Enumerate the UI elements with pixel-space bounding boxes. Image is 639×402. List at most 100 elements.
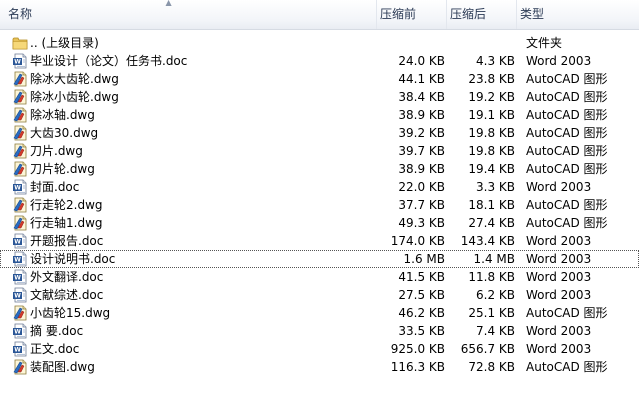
word-doc-icon: W (12, 53, 28, 69)
file-row[interactable]: W 文献综述.doc 27.5 KB 6.2 KB Word 2003 (0, 286, 639, 304)
word-doc-icon: W (12, 269, 28, 285)
file-name: 外文翻译.doc (30, 270, 104, 284)
file-compressed: 41.5 KB (398, 270, 445, 284)
file-row[interactable]: 除冰小齿轮.dwg 38.4 KB 19.2 KB AutoCAD 图形 (0, 88, 639, 106)
file-type: AutoCAD 图形 (526, 72, 608, 86)
autocad-dwg-icon (12, 89, 28, 105)
file-list: .. (上级目录) 文件夹 W 毕业设计（论文）任务书.doc 24.0 KB 4.3 K… (0, 34, 639, 376)
file-row[interactable]: 除冰大齿轮.dwg 44.1 KB 23.8 KB AutoCAD 图形 (0, 70, 639, 88)
file-name: 除冰小齿轮.dwg (30, 90, 119, 104)
svg-text:W: W (14, 293, 21, 300)
file-compressed: 39.7 KB (398, 144, 445, 158)
svg-text:W: W (14, 239, 21, 246)
file-compressed: 1.6 MB (403, 252, 445, 266)
file-size: 25.1 KB (468, 306, 515, 320)
file-compressed: 925.0 KB (390, 342, 445, 356)
file-name: 开题报告.doc (30, 234, 104, 248)
file-compressed: 174.0 KB (390, 234, 445, 248)
svg-text:W: W (14, 59, 21, 66)
file-row[interactable]: 除冰轴.dwg 38.9 KB 19.1 KB AutoCAD 图形 (0, 106, 639, 124)
file-size: 656.7 KB (460, 342, 515, 356)
file-size: 7.4 KB (476, 324, 515, 338)
file-type: AutoCAD 图形 (526, 216, 608, 230)
file-row[interactable]: W 设计说明书.doc 1.6 MB 1.4 MB Word 2003 (0, 250, 639, 268)
file-compressed: 27.5 KB (398, 288, 445, 302)
file-type: Word 2003 (526, 270, 592, 284)
file-size: 27.4 KB (468, 216, 515, 230)
file-name: 小齿轮15.dwg (30, 306, 111, 320)
column-header-type[interactable]: 类型 (517, 0, 639, 29)
file-row[interactable]: 行走轴1.dwg 49.3 KB 27.4 KB AutoCAD 图形 (0, 214, 639, 232)
file-compressed: 33.5 KB (398, 324, 445, 338)
file-row[interactable]: 刀片.dwg 39.7 KB 19.8 KB AutoCAD 图形 (0, 142, 639, 160)
file-name: 摘 要.doc (30, 324, 84, 338)
file-compressed: 46.2 KB (398, 306, 445, 320)
file-name: 封面.doc (30, 180, 80, 194)
autocad-dwg-icon (12, 161, 28, 177)
autocad-dwg-icon (12, 125, 28, 141)
file-size: 11.8 KB (468, 270, 515, 284)
svg-text:W: W (14, 185, 21, 192)
sort-ascending-icon: ▲ (165, 0, 172, 7)
file-name: .. (上级目录) (30, 36, 99, 50)
file-type: AutoCAD 图形 (526, 162, 608, 176)
file-compressed: 39.2 KB (398, 126, 445, 140)
svg-text:W: W (14, 329, 21, 336)
file-type: Word 2003 (526, 54, 592, 68)
file-size: 72.8 KB (468, 360, 515, 374)
autocad-dwg-icon (12, 107, 28, 123)
autocad-dwg-icon (12, 305, 28, 321)
file-row[interactable]: W 开题报告.doc 174.0 KB 143.4 KB Word 2003 (0, 232, 639, 250)
word-doc-icon: W (12, 179, 28, 195)
file-name: 毕业设计（论文）任务书.doc (30, 54, 188, 68)
file-row[interactable]: 小齿轮15.dwg 46.2 KB 25.1 KB AutoCAD 图形 (0, 304, 639, 322)
file-row[interactable]: W 毕业设计（论文）任务书.doc 24.0 KB 4.3 KB Word 2003 (0, 52, 639, 70)
file-name: 装配图.dwg (30, 360, 95, 374)
file-size: 19.4 KB (468, 162, 515, 176)
file-name: 除冰轴.dwg (30, 108, 95, 122)
file-compressed: 37.7 KB (398, 198, 445, 212)
file-name: 文献综述.doc (30, 288, 104, 302)
autocad-dwg-icon (12, 71, 28, 87)
file-type: AutoCAD 图形 (526, 90, 608, 104)
word-doc-icon: W (12, 251, 28, 267)
file-row[interactable]: 刀片轮.dwg 38.9 KB 19.4 KB AutoCAD 图形 (0, 160, 639, 178)
file-row[interactable]: .. (上级目录) 文件夹 (0, 34, 639, 52)
file-size: 18.1 KB (468, 198, 515, 212)
column-header-compressed[interactable]: 压缩前 (377, 0, 447, 29)
file-type: Word 2003 (526, 288, 592, 302)
file-size: 4.3 KB (476, 54, 515, 68)
file-size: 143.4 KB (460, 234, 515, 248)
file-name: 除冰大齿轮.dwg (30, 72, 119, 86)
file-type: Word 2003 (526, 252, 592, 266)
autocad-dwg-icon (12, 215, 28, 231)
autocad-dwg-icon (12, 197, 28, 213)
file-type: AutoCAD 图形 (526, 108, 608, 122)
file-compressed: 22.0 KB (398, 180, 445, 194)
file-compressed: 24.0 KB (398, 54, 445, 68)
svg-text:W: W (14, 257, 21, 264)
autocad-dwg-icon (12, 143, 28, 159)
column-header-size[interactable]: 压缩后 (447, 0, 517, 29)
file-name: 刀片轮.dwg (30, 162, 95, 176)
file-row[interactable]: W 摘 要.doc 33.5 KB 7.4 KB Word 2003 (0, 322, 639, 340)
file-type: 文件夹 (526, 36, 563, 50)
file-compressed: 49.3 KB (398, 216, 445, 230)
file-row[interactable]: W 封面.doc 22.0 KB 3.3 KB Word 2003 (0, 178, 639, 196)
file-compressed: 44.1 KB (398, 72, 445, 86)
file-row[interactable]: W 外文翻译.doc 41.5 KB 11.8 KB Word 2003 (0, 268, 639, 286)
file-row[interactable]: 大齿30.dwg 39.2 KB 19.8 KB AutoCAD 图形 (0, 124, 639, 142)
folder-icon (12, 35, 28, 51)
file-row[interactable]: W 正文.doc 925.0 KB 656.7 KB Word 2003 (0, 340, 639, 358)
file-size: 3.3 KB (476, 180, 515, 194)
file-type: Word 2003 (526, 234, 592, 248)
file-row[interactable]: 行走轮2.dwg 37.7 KB 18.1 KB AutoCAD 图形 (0, 196, 639, 214)
file-type: Word 2003 (526, 324, 592, 338)
word-doc-icon: W (12, 341, 28, 357)
file-row[interactable]: 装配图.dwg 116.3 KB 72.8 KB AutoCAD 图形 (0, 358, 639, 376)
column-header-name[interactable]: ▲ 名称 (0, 0, 377, 29)
file-compressed: 38.4 KB (398, 90, 445, 104)
file-size: 19.8 KB (468, 144, 515, 158)
word-doc-icon: W (12, 323, 28, 339)
file-name: 设计说明书.doc (30, 252, 116, 266)
